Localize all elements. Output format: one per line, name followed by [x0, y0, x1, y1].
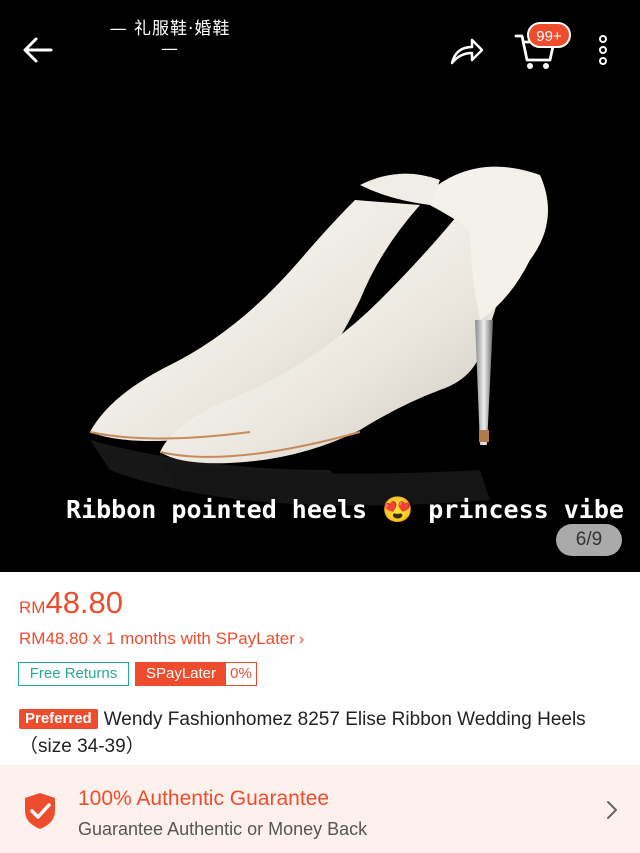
product-price: RM48.80	[19, 585, 123, 621]
product-title-text: Wendy Fashionhomez 8257 Elise Ribbon Wed…	[19, 709, 586, 757]
price-amount: 48.80	[45, 585, 124, 620]
authentic-guarantee-row[interactable]: 100% Authentic Guarantee Guarantee Authe…	[0, 765, 640, 853]
share-icon[interactable]	[446, 30, 486, 70]
product-image[interactable]: — 礼服鞋·婚鞋 — 99+ Ribbon pointed heels 😍 pr…	[0, 0, 640, 572]
guarantee-title: 100% Authentic Guarantee	[78, 787, 330, 810]
price-currency: RM	[19, 598, 46, 617]
preferred-badge: Preferred	[19, 709, 98, 729]
cart-badge: 99+	[527, 22, 571, 48]
spaylater-tag-label: SPayLater	[136, 663, 226, 685]
shoe-image	[0, 0, 640, 572]
chevron-right-icon	[607, 801, 617, 819]
spaylater-tag: SPayLater 0%	[135, 662, 257, 686]
spaylater-tag-rate: 0%	[230, 665, 252, 682]
paylater-link[interactable]: RM48.80 x 1 months with SPayLater ›	[19, 629, 304, 649]
paylater-brand: SPayLater	[215, 629, 295, 648]
image-counter: 6/9	[556, 524, 622, 556]
paylater-text: RM48.80 x 1 months with	[19, 629, 216, 648]
watermark-text: — 礼服鞋·婚鞋 —	[109, 19, 231, 59]
image-caption: Ribbon pointed heels 😍 princess vibe	[66, 495, 624, 524]
free-returns-tag: Free Returns	[18, 662, 129, 686]
chevron-right-icon: ›	[298, 631, 305, 648]
product-title: Preferred Wendy Fashionhomez 8257 Elise R…	[19, 706, 623, 760]
guarantee-subtitle: Guarantee Authentic or Money Back	[78, 819, 368, 839]
arrow-left-icon[interactable]	[18, 30, 58, 70]
shield-check-icon	[25, 793, 55, 829]
more-vertical-icon[interactable]	[592, 30, 614, 70]
